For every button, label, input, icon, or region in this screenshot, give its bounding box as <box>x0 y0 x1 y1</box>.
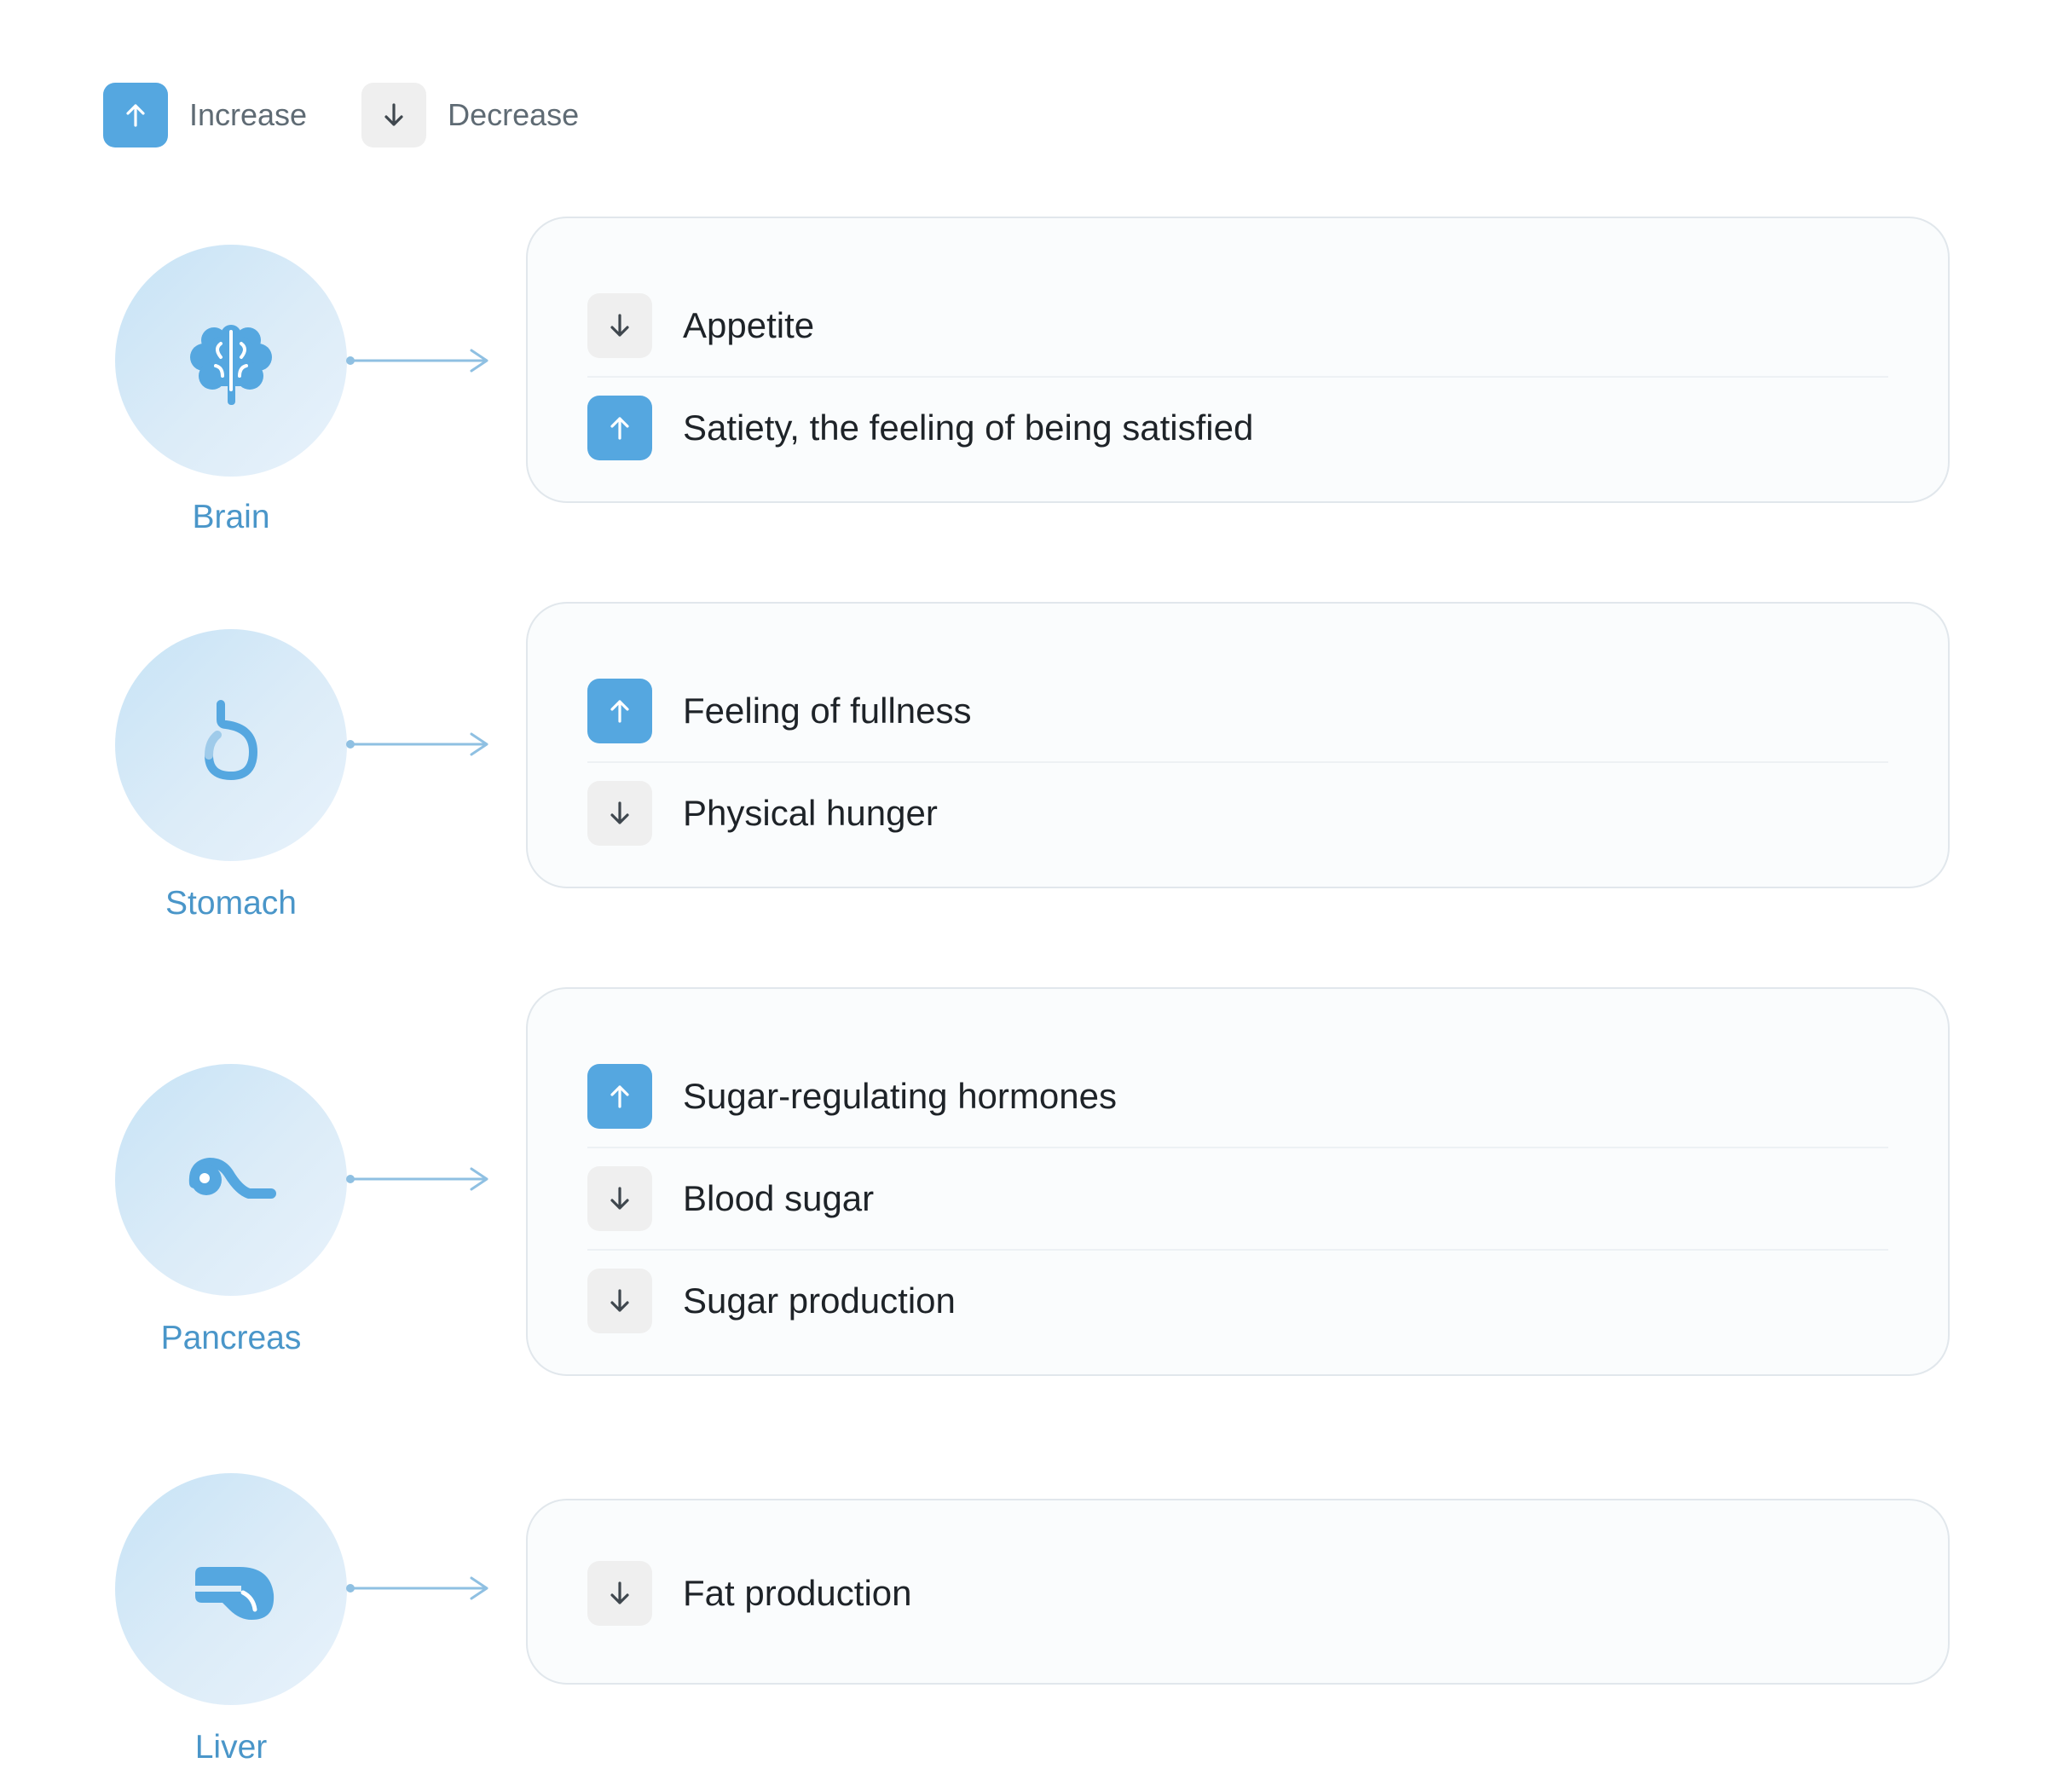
effect-text: Blood sugar <box>683 1178 875 1218</box>
effects-card-stomach: Feeling of fullness Physical hunger <box>526 602 1950 888</box>
effect-text: Satiety, the feeling of being satisfied <box>683 408 1254 448</box>
effect-text: Sugar-regulating hormones <box>683 1076 1117 1116</box>
effect-row: Physical hunger <box>587 763 1888 864</box>
legend-label-decrease: Decrease <box>448 97 580 132</box>
arrow-down-icon <box>587 1166 652 1231</box>
liver-icon <box>192 1567 275 1620</box>
organ-label-pancreas: Pancreas <box>160 1320 302 1356</box>
organ-label-liver: Liver <box>194 1729 268 1766</box>
effect-row: Fat production <box>587 1543 1888 1644</box>
brain-icon <box>190 325 272 405</box>
arrow-down-icon <box>587 781 652 846</box>
organ-stomach: Stomach <box>115 629 347 920</box>
legend-item-increase: Increase <box>103 83 307 147</box>
effect-row: Satiety, the feeling of being satisfied <box>587 378 1888 478</box>
organ-brain: Brain <box>115 245 347 534</box>
arrow-up-icon <box>587 396 652 460</box>
effect-row: Blood sugar <box>587 1148 1888 1251</box>
legend: Increase Decrease <box>103 83 633 147</box>
organ-circle <box>115 1064 347 1296</box>
arrow-down-icon <box>587 293 652 358</box>
effect-text: Fat production <box>683 1573 912 1613</box>
organ-circle <box>115 245 347 477</box>
pancreas-icon <box>188 1158 276 1199</box>
organ-pancreas: Pancreas <box>115 1064 347 1355</box>
effect-text: Appetite <box>683 305 815 345</box>
effect-row: Feeling of fullness <box>587 661 1888 763</box>
effect-text: Feeling of fullness <box>683 691 972 731</box>
organ-label-stomach: Stomach <box>165 885 297 922</box>
legend-item-decrease: Decrease <box>361 83 579 147</box>
effect-row: Appetite <box>587 275 1888 378</box>
connector-arrow <box>346 732 488 756</box>
connector-arrow <box>346 1167 488 1191</box>
arrow-down-icon <box>587 1561 652 1626</box>
connector-arrow <box>346 1576 488 1600</box>
arrow-up-icon <box>587 1064 652 1129</box>
organ-liver: Liver <box>115 1473 347 1764</box>
stomach-icon <box>205 700 258 781</box>
arrow-down-icon <box>587 1269 652 1333</box>
effects-card-liver: Fat production <box>526 1499 1950 1685</box>
effect-text: Physical hunger <box>683 793 938 833</box>
effect-row: Sugar production <box>587 1251 1888 1351</box>
legend-label-increase: Increase <box>189 97 308 132</box>
connector-arrow <box>346 349 488 373</box>
effects-card-brain: Appetite Satiety, the feeling of being s… <box>526 217 1950 503</box>
arrow-up-icon <box>103 83 168 147</box>
arrow-down-icon <box>361 83 427 147</box>
effect-row: Sugar-regulating hormones <box>587 1046 1888 1148</box>
organ-label-brain: Brain <box>192 499 270 535</box>
effects-card-pancreas: Sugar-regulating hormones Blood sugar Su… <box>526 987 1950 1376</box>
organ-circle <box>115 629 347 861</box>
organ-circle <box>115 1473 347 1705</box>
arrow-up-icon <box>587 679 652 743</box>
effect-text: Sugar production <box>683 1280 956 1321</box>
